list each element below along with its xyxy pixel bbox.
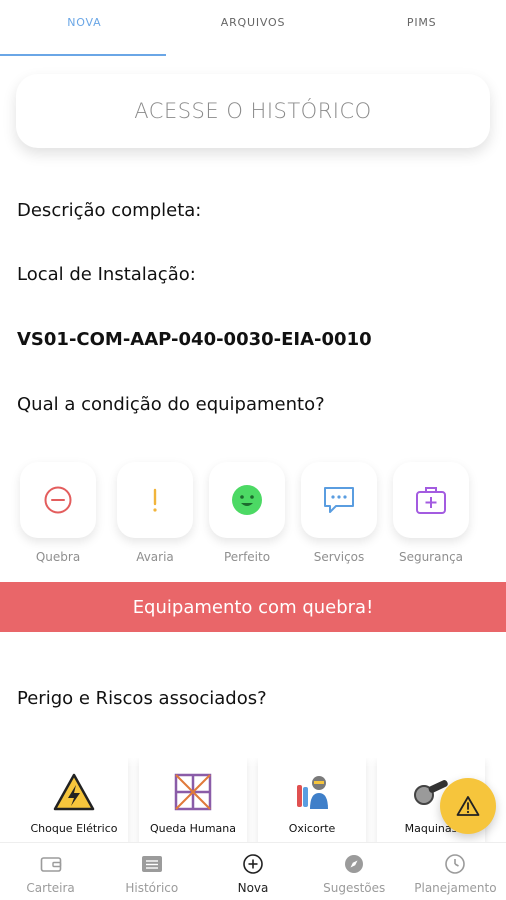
condition-avaria[interactable]: Avaria [117,462,193,564]
smiley-icon [232,485,262,515]
risk-card-oxicorte[interactable]: Oxicorte [258,758,366,848]
nav-carteira-label: Carteira [26,881,75,895]
condition-quebra-button[interactable] [20,462,96,538]
nav-sugestoes[interactable]: Sugestões [304,843,405,900]
condition-selector: Quebra Avaria Perfeito Serviços Seguranç… [20,462,490,566]
warning-icon [456,796,480,816]
risk-oxicorte-label: Oxicorte [288,822,336,835]
condition-perfeito-label: Perfeito [223,550,271,564]
chat-bubble-icon [324,487,354,513]
nav-planejamento[interactable]: Planejamento [405,843,506,900]
nav-historico-label: Histórico [125,881,179,895]
first-aid-kit-icon [416,487,446,514]
tab-nova[interactable]: NOVA [0,0,169,58]
condition-perfeito[interactable]: Perfeito [209,462,285,564]
minus-circle-icon [44,486,72,514]
welder-icon [297,776,328,809]
condition-quebra-label: Quebra [35,550,81,564]
warning-fab-button[interactable] [440,778,496,834]
condition-quebra[interactable]: Quebra [20,462,96,564]
history-button[interactable]: ACESSE O HISTÓRICO [16,74,490,148]
nav-nova-label: Nova [237,881,269,895]
condition-servicos[interactable]: Serviços [301,462,377,564]
bottom-navigation: Carteira Histórico Nova Sugestões Planej… [0,842,506,900]
history-list-icon [141,856,162,872]
condition-question: Qual a condição do equipamento? [17,394,325,415]
nav-sugestoes-label: Sugestões [323,881,386,895]
condition-avaria-button[interactable] [117,462,193,538]
condition-avaria-label: Avaria [136,550,174,564]
nav-nova[interactable]: Nova [202,843,303,900]
risk-card-queda-humana[interactable]: Queda Humana [139,758,247,848]
nav-historico[interactable]: Histórico [101,843,202,900]
plus-circle-icon [243,854,263,874]
risk-question: Perigo e Riscos associados? [17,688,267,709]
installation-location-label: Local de Instalação: [17,264,196,285]
active-tab-indicator [0,54,166,56]
condition-seguranca-label: Segurança [398,550,464,564]
nav-carteira[interactable]: Carteira [0,843,101,900]
risk-queda-humana-label: Queda Humana [149,822,237,835]
condition-seguranca-button[interactable] [393,462,469,538]
top-tab-bar: NOVA ARQUIVOS PIMS [0,0,506,58]
wallet-icon [40,857,61,872]
alert-banner-text: Equipamento com quebra! [132,596,374,618]
condition-perfeito-button[interactable] [209,462,285,538]
scaffold-icon [174,773,212,811]
equipment-code: VS01-COM-AAP-040-0030-EIA-0010 [17,329,372,350]
risk-card-choque-eletrico[interactable]: Choque Elétrico [20,758,128,848]
risk-choque-eletrico-label: Choque Elétrico [30,822,118,835]
condition-seguranca[interactable]: Segurança [393,462,469,564]
electric-hazard-icon [53,773,95,811]
condition-servicos-button[interactable] [301,462,377,538]
clock-icon [445,854,466,874]
nav-planejamento-label: Planejamento [414,881,497,895]
tab-pims[interactable]: PIMS [337,0,506,58]
alert-banner: Equipamento com quebra! [0,582,506,632]
compass-icon [345,855,364,873]
condition-servicos-label: Serviços [313,550,365,564]
exclamation-icon [153,488,157,512]
tab-arquivos[interactable]: ARQUIVOS [169,0,338,58]
history-button-label: ACESSE O HISTÓRICO [134,99,372,123]
risk-list: Choque Elétrico Queda Humana Oxicorte Ma… [20,758,506,848]
description-label: Descrição completa: [17,200,202,221]
